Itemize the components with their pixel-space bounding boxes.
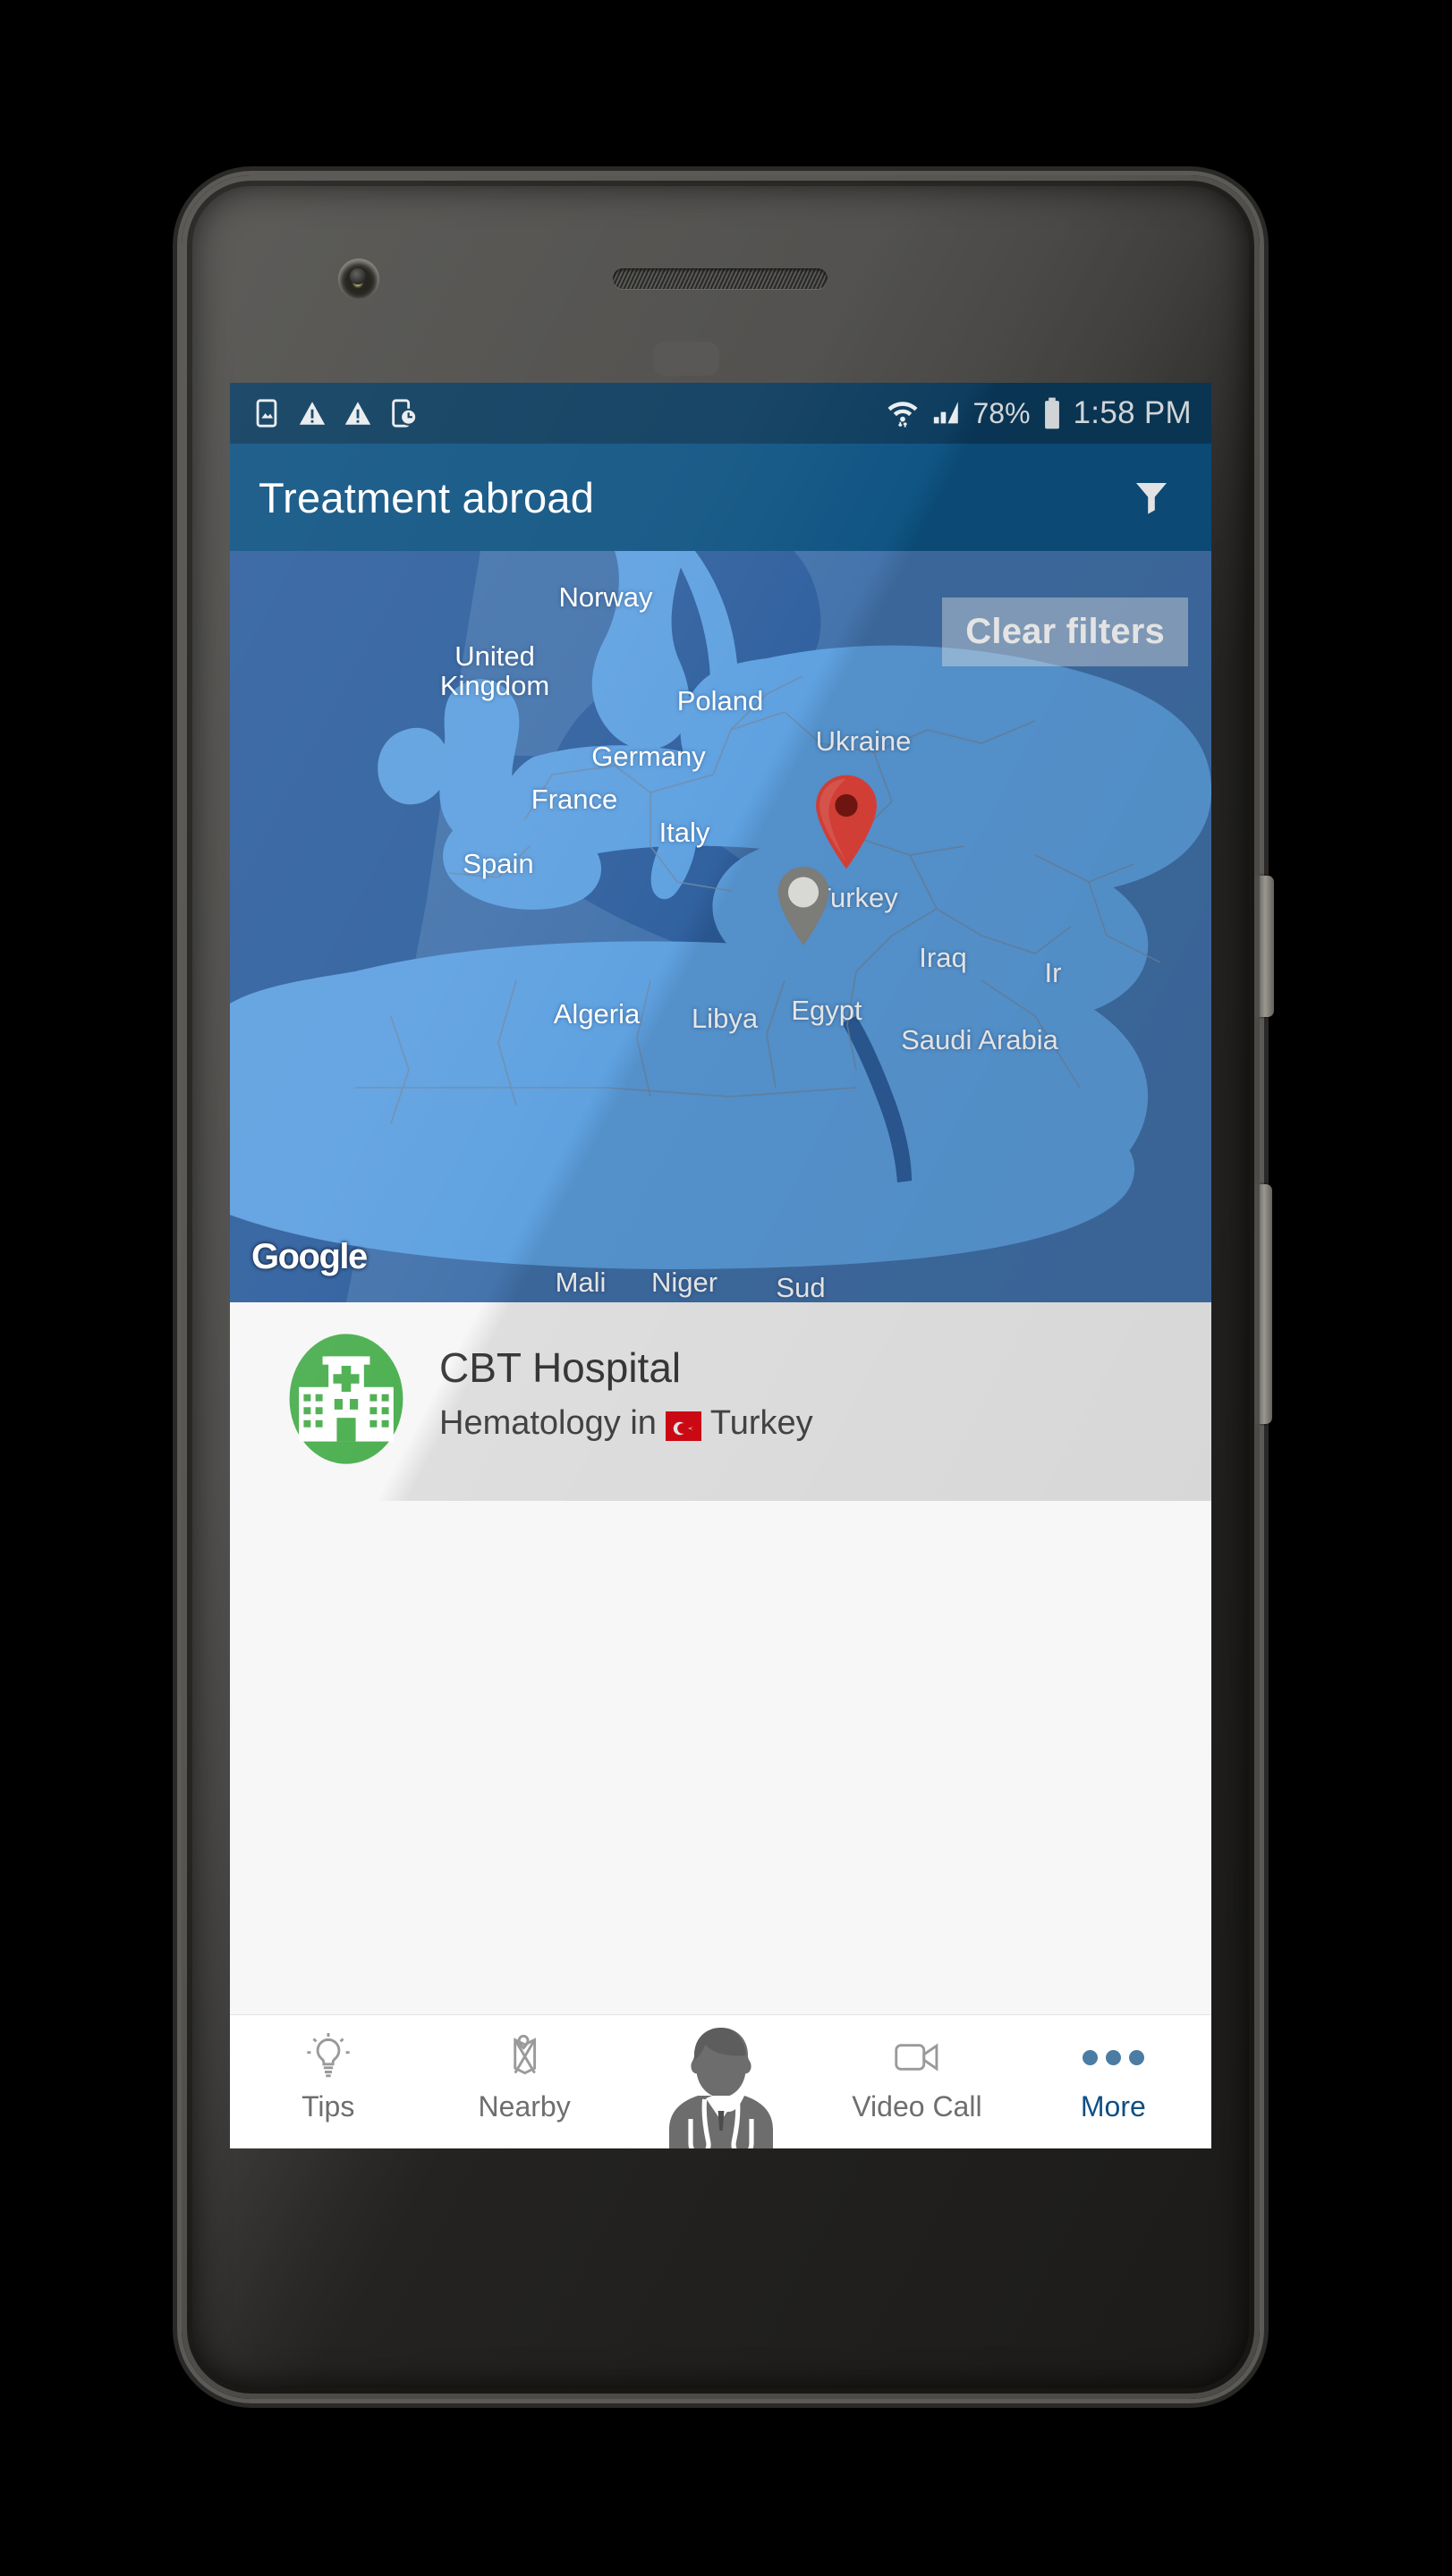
list-item-text: CBT Hospital Hematology in Turkey	[439, 1333, 813, 1443]
map-label: Sud	[776, 1272, 826, 1302]
nav-item-tips[interactable]: Tips	[230, 2015, 426, 2123]
doctor-glyph	[668, 2028, 773, 2148]
clock-label: 1:58 PM	[1073, 395, 1192, 430]
map-label: Mali	[555, 1267, 607, 1298]
nav-label-video-call: Video Call	[852, 2090, 982, 2123]
clear-filters-button[interactable]: Clear filters	[942, 597, 1188, 666]
dot	[1128, 2049, 1144, 2065]
map-label: Germany	[591, 741, 706, 772]
map-view[interactable]: Norway United Kingdom Poland Germany Ukr…	[230, 551, 1211, 1302]
bottom-navigation: Tips Nearby Video Call More	[230, 2014, 1211, 2148]
nav-label-more: More	[1080, 2090, 1146, 2123]
map-label: Iraq	[919, 942, 967, 973]
nav-item-doctor[interactable]	[623, 2015, 819, 2148]
filter-funnel-icon	[1136, 483, 1167, 514]
earpiece-speaker	[613, 268, 828, 289]
front-camera-icon	[338, 258, 379, 300]
map-label: France	[531, 784, 618, 815]
map-label: Libya	[691, 1003, 759, 1034]
nav-item-video-call[interactable]: Video Call	[819, 2015, 1015, 2123]
warning-icon	[344, 402, 371, 425]
power-button[interactable]	[1254, 1184, 1272, 1424]
proximity-sensor	[653, 342, 719, 376]
map-label: Niger	[650, 1267, 718, 1298]
doctor-icon	[655, 2021, 787, 2148]
warning-icon	[299, 402, 326, 425]
secondary-location-pin[interactable]	[776, 866, 831, 946]
flag-glyph	[665, 1415, 701, 1441]
volume-button[interactable]	[1254, 876, 1274, 1017]
nav-item-more[interactable]: More	[1015, 2015, 1211, 2123]
phone-screen: 78% 1:58 PM Treatment abroad Norway Unit…	[230, 383, 1211, 2148]
map-label: Spain	[463, 848, 534, 879]
hospital-name: CBT Hospital	[439, 1344, 682, 1391]
video-camera-icon	[889, 2031, 945, 2083]
turkey-flag-icon	[665, 1411, 701, 1441]
map-label: Algeria	[553, 998, 641, 1030]
lightbulb-icon	[303, 2031, 353, 2083]
battery-percent-label: 78%	[972, 396, 1031, 429]
status-bar-system: 78% 1:58 PM	[886, 395, 1193, 431]
battery-icon	[1044, 397, 1059, 429]
app-bar: Treatment abroad	[230, 444, 1211, 551]
map-label: Ir	[1044, 957, 1062, 988]
country-label: Turkey	[709, 1404, 813, 1442]
device-schedule-icon	[392, 399, 418, 428]
map-label: Italy	[658, 817, 710, 848]
map-label: Norway	[558, 581, 653, 613]
map-folded-icon	[499, 2031, 549, 2083]
list-item[interactable]: CBT Hospital Hematology in Turkey	[230, 1302, 1211, 1465]
nav-label-tips: Tips	[301, 2090, 355, 2123]
results-list: CBT Hospital Hematology in Turkey	[230, 1302, 1211, 2045]
nav-item-nearby[interactable]: Nearby	[426, 2015, 622, 2123]
nav-label-nearby: Nearby	[478, 2090, 571, 2123]
filter-button[interactable]	[1118, 464, 1185, 530]
google-watermark: Google	[251, 1237, 368, 1276]
status-bar-notifications	[251, 398, 419, 428]
wifi-icon	[887, 402, 917, 428]
page-title: Treatment abroad	[259, 473, 595, 521]
more-dots-icon	[1082, 2031, 1144, 2083]
map-label: Saudi Arabia	[901, 1024, 1058, 1055]
screenshot-root: 78% 1:58 PM Treatment abroad Norway Unit…	[0, 0, 1452, 2576]
specialty-label: Hematology in	[439, 1404, 657, 1442]
map-label: United Kingdom	[439, 640, 550, 701]
hospital-subtitle: Hematology in Turkey	[439, 1404, 813, 1443]
dot	[1105, 2049, 1121, 2065]
dot	[1082, 2049, 1098, 2065]
cell-signal-icon	[933, 402, 958, 424]
hospital-icon	[289, 1334, 403, 1464]
image-notification-icon	[256, 399, 277, 428]
map-label: Poland	[676, 685, 764, 716]
map-label: Egypt	[791, 995, 862, 1026]
selected-location-pin[interactable]	[813, 775, 879, 869]
map-label: Ukraine	[815, 725, 912, 757]
status-bar: 78% 1:58 PM	[230, 383, 1211, 444]
